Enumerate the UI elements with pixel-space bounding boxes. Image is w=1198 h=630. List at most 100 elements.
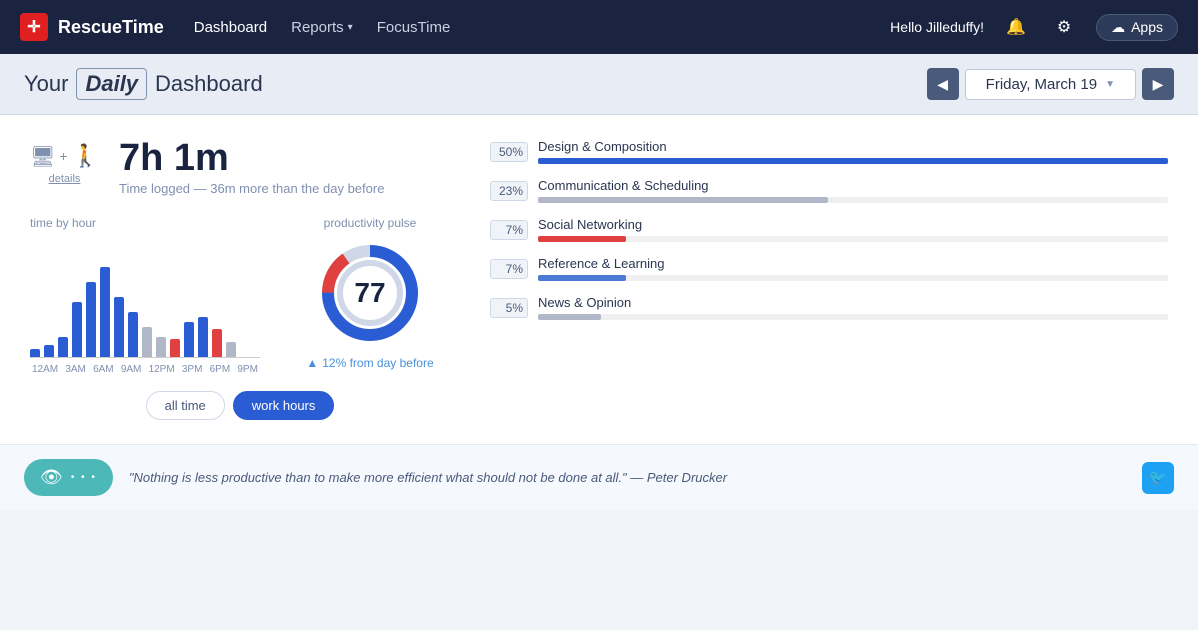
activity-name: News & Opinion — [538, 295, 1168, 310]
reports-dropdown-arrow: ▾ — [348, 22, 353, 33]
pulse-section: productivity pulse 77 — [290, 216, 450, 370]
quote-text: "Nothing is less productive than to make… — [129, 470, 1126, 485]
activity-bar-wrap — [538, 236, 1168, 242]
twitter-share-button[interactable]: 🐦 — [1142, 462, 1174, 494]
nav-focustime[interactable]: FocusTime — [377, 19, 451, 36]
time-icon-group[interactable]: 🖥 + 🚶 details — [30, 143, 99, 185]
nav-links: Dashboard Reports ▾ FocusTime — [194, 19, 860, 36]
activity-name: Reference & Learning — [538, 256, 1168, 271]
work-hours-toggle[interactable]: work hours — [233, 391, 335, 420]
prev-date-button[interactable]: ◀ — [927, 68, 959, 100]
activity-bar-fill — [538, 236, 626, 242]
device-icons: 🖥 + 🚶 — [30, 143, 99, 169]
pulse-label: productivity pulse — [290, 216, 450, 230]
eye-icon: 👁 — [40, 467, 63, 488]
badge-dots: • • • — [71, 472, 97, 483]
activity-info: Communication & Scheduling — [538, 178, 1168, 203]
next-date-button[interactable]: ▶ — [1142, 68, 1174, 100]
bar-item — [212, 329, 222, 357]
activity-bar-wrap — [538, 197, 1168, 203]
activity-section: 50% Design & Composition 23% Communicati… — [490, 139, 1168, 420]
activity-item: 23% Communication & Scheduling — [490, 178, 1168, 203]
time-toggles: all time work hours — [30, 391, 450, 420]
settings-button[interactable]: ⚙ — [1048, 11, 1080, 43]
pulse-arrow: ▲ — [306, 356, 318, 370]
bar-chart-label: time by hour — [30, 216, 260, 230]
all-time-toggle[interactable]: all time — [146, 391, 225, 420]
activity-percent: 7% — [490, 220, 528, 240]
cloud-icon: ☁ — [1111, 19, 1125, 36]
time-info: 7h 1m Time logged — 36m more than the da… — [119, 139, 384, 196]
bar-item — [226, 342, 236, 357]
twitter-icon: 🐦 — [1149, 469, 1166, 486]
activity-percent: 5% — [490, 298, 528, 318]
bar-chart-section: time by hour 12AM 3AM 6AM 9AM 12PM 3PM 6… — [30, 216, 260, 375]
date-display[interactable]: Friday, March 19 ▼ — [965, 69, 1136, 100]
activity-info: Reference & Learning — [538, 256, 1168, 281]
nav-right: Hello Jilleduffy! 🔔 ⚙ ☁ Apps — [890, 11, 1178, 43]
page-title: Your Daily Dashboard — [24, 68, 263, 100]
activity-bar-fill — [538, 158, 1168, 164]
title-prefix: Your — [24, 71, 68, 97]
date-text: Friday, March 19 — [986, 76, 1097, 93]
notifications-button[interactable]: 🔔 — [1000, 11, 1032, 43]
pulse-score: 77 — [354, 277, 385, 309]
activity-item: 50% Design & Composition — [490, 139, 1168, 164]
date-navigator: ◀ Friday, March 19 ▼ ▶ — [927, 68, 1174, 100]
total-time-row: 🖥 + 🚶 details 7h 1m Time logged — 36m mo… — [30, 139, 450, 196]
brand-icon: ✛ — [20, 13, 48, 41]
activity-info: Design & Composition — [538, 139, 1168, 164]
nav-reports[interactable]: Reports ▾ — [291, 19, 353, 36]
pulse-footer: ▲ 12% from day before — [290, 356, 450, 370]
bar-item — [156, 337, 166, 357]
date-caret: ▼ — [1105, 79, 1115, 90]
activity-bar-fill — [538, 275, 626, 281]
bar-item — [72, 302, 82, 357]
activity-bar-wrap — [538, 314, 1168, 320]
time-labels: 12AM 3AM 6AM 9AM 12PM 3PM 6PM 9PM — [30, 364, 260, 375]
total-time: 7h 1m — [119, 139, 384, 177]
quote-bar: 👁 • • • "Nothing is less productive than… — [0, 444, 1198, 510]
nav-dashboard[interactable]: Dashboard — [194, 19, 267, 36]
activity-percent: 23% — [490, 181, 528, 201]
activity-item: 7% Social Networking — [490, 217, 1168, 242]
brand-name: RescueTime — [58, 17, 164, 38]
time-subtitle: Time logged — 36m more than the day befo… — [119, 181, 384, 196]
navbar: ✛ RescueTime Dashboard Reports ▾ FocusTi… — [0, 0, 1198, 54]
title-daily[interactable]: Daily — [76, 68, 147, 100]
person-icon: 🚶 — [72, 143, 99, 169]
left-section: 🖥 + 🚶 details 7h 1m Time logged — 36m mo… — [30, 139, 450, 420]
bar-item — [58, 337, 68, 357]
bar-item — [86, 282, 96, 357]
bar-item — [30, 349, 40, 357]
header-bar: Your Daily Dashboard ◀ Friday, March 19 … — [0, 54, 1198, 115]
main-content: 🖥 + 🚶 details 7h 1m Time logged — 36m mo… — [0, 115, 1198, 444]
bar-item — [184, 322, 194, 357]
apps-button[interactable]: ☁ Apps — [1096, 14, 1178, 41]
activity-bar-fill — [538, 314, 601, 320]
activity-item: 7% Reference & Learning — [490, 256, 1168, 281]
activity-percent: 7% — [490, 259, 528, 279]
activity-name: Design & Composition — [538, 139, 1168, 154]
bar-chart — [30, 238, 260, 358]
title-suffix: Dashboard — [155, 71, 263, 97]
bar-item — [142, 327, 152, 357]
activity-percent: 50% — [490, 142, 528, 162]
hello-text: Hello Jilleduffy! — [890, 19, 984, 35]
activity-name: Communication & Scheduling — [538, 178, 1168, 193]
bar-item — [128, 312, 138, 357]
brand-logo[interactable]: ✛ RescueTime — [20, 13, 164, 41]
activity-info: News & Opinion — [538, 295, 1168, 320]
bar-item — [100, 267, 110, 357]
monitor-icon: 🖥 — [30, 144, 55, 169]
pulse-change: 12% from day before — [322, 356, 433, 370]
activity-info: Social Networking — [538, 217, 1168, 242]
bar-item — [198, 317, 208, 357]
bar-item — [44, 345, 54, 357]
activity-bar-fill — [538, 197, 828, 203]
activity-bar-wrap — [538, 158, 1168, 164]
apps-label: Apps — [1131, 19, 1163, 35]
plus-icon: + — [59, 148, 67, 164]
details-label[interactable]: details — [49, 173, 81, 185]
eye-badge: 👁 • • • — [24, 459, 113, 496]
